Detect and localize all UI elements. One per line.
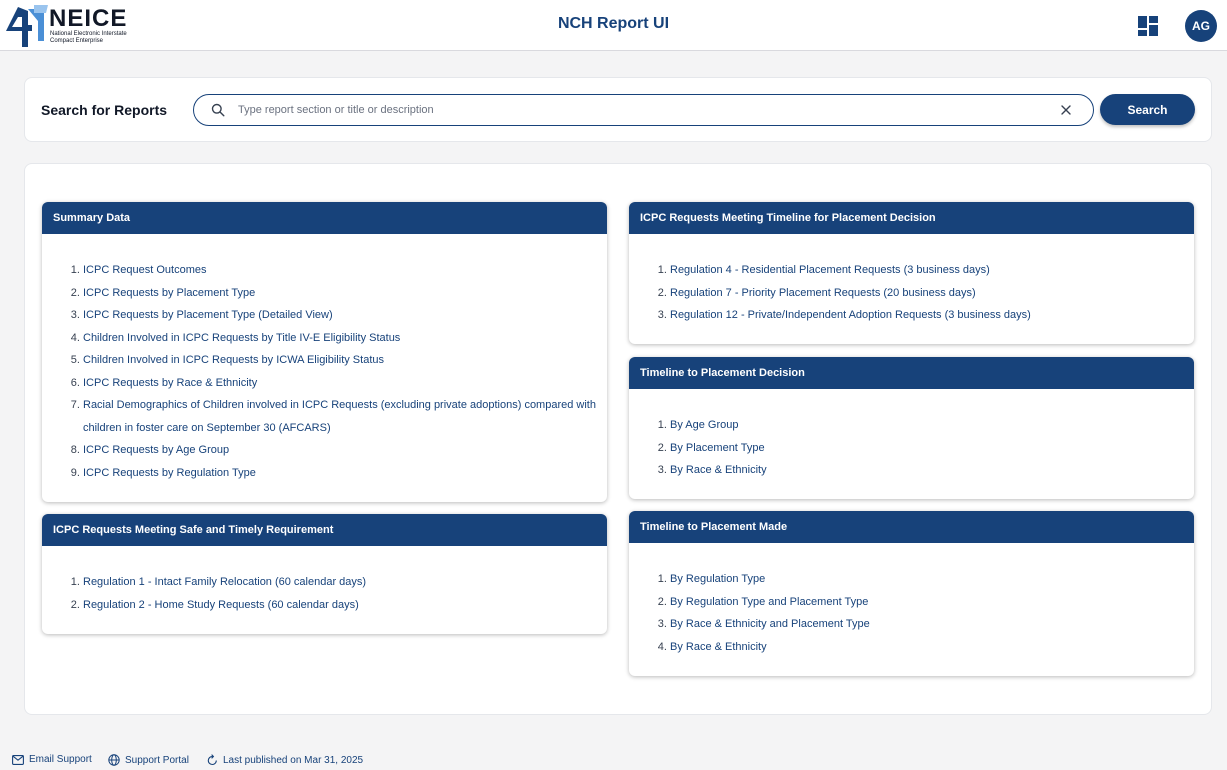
report-link[interactable]: By Age Group xyxy=(670,414,1194,437)
report-link[interactable]: Regulation 7 - Priority Placement Reques… xyxy=(670,282,1194,305)
mail-icon xyxy=(12,754,24,765)
report-link[interactable]: By Race & Ethnicity xyxy=(670,459,1194,482)
email-support-link[interactable]: Email Support xyxy=(12,754,92,765)
report-link[interactable]: Racial Demographics of Children involved… xyxy=(83,394,607,439)
section-title: Timeline to Placement Decision xyxy=(629,357,1194,389)
report-link[interactable]: By Regulation Type xyxy=(670,568,1194,591)
page-title: NCH Report UI xyxy=(557,15,670,32)
report-link[interactable]: By Race & Ethnicity and Placement Type xyxy=(670,613,1194,636)
section-summary-data: Summary Data ICPC Request Outcomes ICPC … xyxy=(42,202,607,502)
refresh-icon xyxy=(207,754,217,766)
search-box[interactable] xyxy=(193,94,1094,126)
report-link[interactable]: Regulation 4 - Residential Placement Req… xyxy=(670,259,1194,282)
search-icon xyxy=(211,103,225,117)
last-published-label: Last published on Mar 31, 2025 xyxy=(223,754,364,766)
clear-search-icon[interactable] xyxy=(1060,104,1072,116)
last-published-info: Last published on Mar 31, 2025 xyxy=(207,754,363,766)
report-link[interactable]: ICPC Requests by Placement Type xyxy=(83,282,607,305)
report-link[interactable]: By Placement Type xyxy=(670,437,1194,460)
report-list: By Regulation Type By Regulation Type an… xyxy=(629,543,1194,658)
search-button[interactable]: Search xyxy=(1100,94,1195,125)
report-link[interactable]: Children Involved in ICPC Requests by Ti… xyxy=(83,327,607,350)
report-link[interactable]: ICPC Request Outcomes xyxy=(83,259,607,282)
report-link[interactable]: ICPC Requests by Placement Type (Detaile… xyxy=(83,304,607,327)
user-avatar[interactable]: AG xyxy=(1185,10,1217,42)
report-link[interactable]: ICPC Requests by Regulation Type xyxy=(83,462,607,485)
dashboard-grid-icon[interactable] xyxy=(1138,16,1158,36)
search-label: Search for Reports xyxy=(41,102,168,118)
section-timeline-to-placement-decision: Timeline to Placement Decision By Age Gr… xyxy=(629,357,1194,499)
search-input[interactable] xyxy=(238,101,1038,119)
report-link[interactable]: Regulation 2 - Home Study Requests (60 c… xyxy=(83,594,607,617)
report-list: ICPC Request Outcomes ICPC Requests by P… xyxy=(42,234,607,484)
support-portal-link[interactable]: Support Portal xyxy=(108,754,189,766)
section-title: ICPC Requests Meeting Timeline for Place… xyxy=(629,202,1194,234)
report-link[interactable]: Regulation 1 - Intact Family Relocation … xyxy=(83,571,607,594)
section-timeline-to-placement-made: Timeline to Placement Made By Regulation… xyxy=(629,511,1194,676)
report-link[interactable]: Children Involved in ICPC Requests by IC… xyxy=(83,349,607,372)
search-card: Search for Reports Search xyxy=(24,77,1212,142)
globe-icon xyxy=(108,754,120,766)
report-link[interactable]: ICPC Requests by Age Group xyxy=(83,439,607,462)
report-link[interactable]: By Regulation Type and Placement Type xyxy=(670,591,1194,614)
section-title: Summary Data xyxy=(42,202,607,234)
section-safe-timely: ICPC Requests Meeting Safe and Timely Re… xyxy=(42,514,607,634)
top-bar: NEICE National Electronic Interstate Com… xyxy=(0,0,1227,51)
section-title: Timeline to Placement Made xyxy=(629,511,1194,543)
report-link[interactable]: Regulation 12 - Private/Independent Adop… xyxy=(670,304,1194,327)
reports-container: Summary Data ICPC Request Outcomes ICPC … xyxy=(24,163,1212,715)
report-list: Regulation 4 - Residential Placement Req… xyxy=(629,234,1194,327)
support-portal-label: Support Portal xyxy=(125,754,189,766)
report-list: By Age Group By Placement Type By Race &… xyxy=(629,389,1194,482)
report-link[interactable]: ICPC Requests by Race & Ethnicity xyxy=(83,372,607,395)
section-title: ICPC Requests Meeting Safe and Timely Re… xyxy=(42,514,607,546)
report-list: Regulation 1 - Intact Family Relocation … xyxy=(42,546,607,616)
report-link[interactable]: By Race & Ethnicity xyxy=(670,636,1194,659)
section-timeline-placement-decision-requests: ICPC Requests Meeting Timeline for Place… xyxy=(629,202,1194,344)
email-support-label: Email Support xyxy=(29,754,92,765)
